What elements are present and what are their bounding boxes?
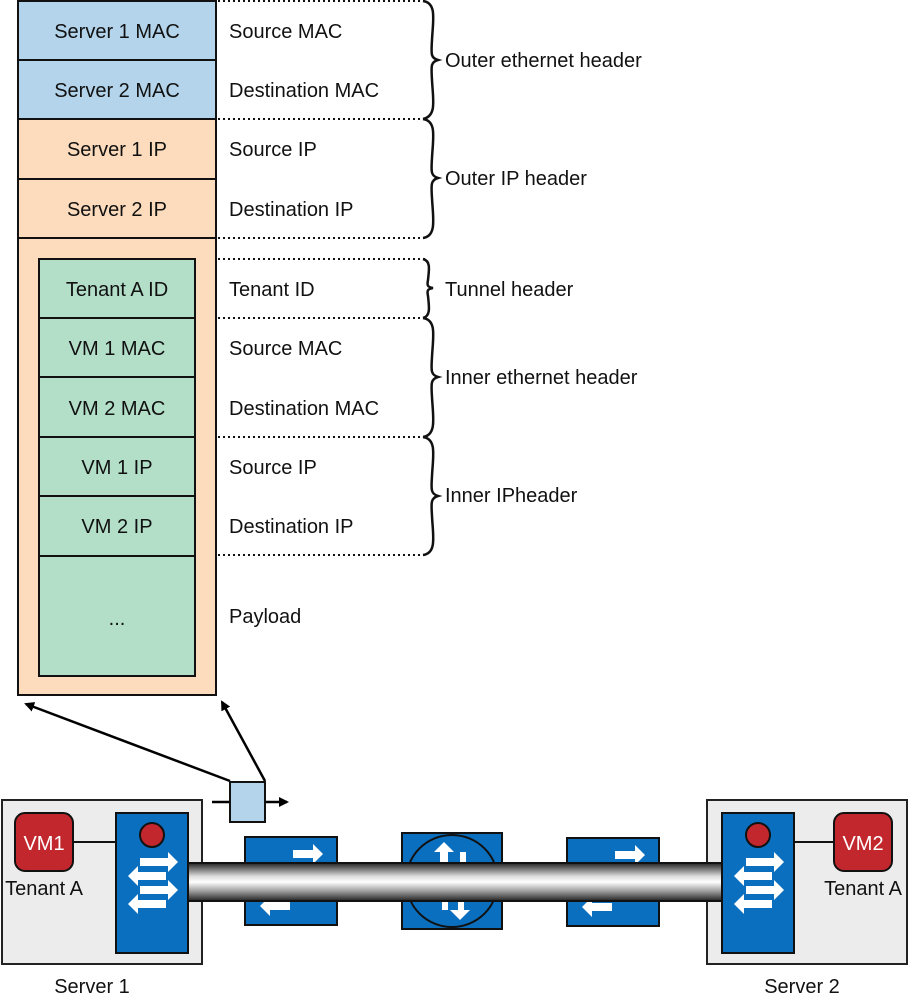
server1-label: Server 1 bbox=[54, 976, 130, 998]
tenant-id-value: Tenant A ID bbox=[66, 279, 168, 301]
field-label-inner-destination-ip: Destination IP bbox=[229, 516, 354, 538]
brace-outer-ethernet bbox=[422, 0, 443, 121]
inner-dst-ip-value: VM 2 IP bbox=[81, 516, 152, 538]
zoom-arrows bbox=[24, 700, 267, 783]
outer-dst-ip-value: Server 2 IP bbox=[67, 199, 167, 221]
server-2: VM2 Tenant A Server 2 bbox=[706, 799, 908, 998]
brace-outer-ip bbox=[422, 117, 443, 240]
server1-tenant-label: Tenant A bbox=[5, 878, 84, 900]
group-label-inner-ip: Inner IPheader bbox=[445, 485, 578, 507]
group-label-inner-ethernet: Inner ethernet header bbox=[445, 367, 638, 389]
group-label-outer-ethernet: Outer ethernet header bbox=[445, 50, 642, 72]
field-label-tenant-id: Tenant ID bbox=[229, 279, 315, 301]
payload-value: ... bbox=[109, 608, 126, 630]
outer-src-ip-value: Server 1 IP bbox=[67, 139, 167, 161]
group-label-tunnel: Tunnel header bbox=[445, 279, 574, 301]
braces bbox=[422, 0, 443, 557]
brace-inner-ip bbox=[422, 435, 443, 557]
group-label-outer-ip: Outer IP header bbox=[445, 168, 587, 190]
packet-icon bbox=[229, 781, 266, 823]
vxlan-diagram: Server 1 MAC Server 2 MAC Server 1 IP Se… bbox=[1, 0, 908, 998]
arrow-to-packet-left bbox=[24, 702, 231, 783]
brace-tunnel bbox=[422, 257, 434, 320]
vm2-label: VM2 bbox=[842, 833, 883, 855]
field-label-inner-destination-mac: Destination MAC bbox=[229, 398, 379, 420]
server2-tenant-label: Tenant A bbox=[824, 878, 903, 900]
vtep-2-icon bbox=[745, 822, 771, 848]
brace-inner-ethernet bbox=[422, 316, 443, 439]
vtep-1-icon bbox=[139, 822, 165, 848]
field-label-destination-mac: Destination MAC bbox=[229, 80, 379, 102]
field-label-inner-source-ip: Source IP bbox=[229, 457, 317, 479]
field-label-inner-source-mac: Source MAC bbox=[229, 338, 342, 360]
outer-src-mac-value: Server 1 MAC bbox=[54, 21, 180, 43]
vm1-label: VM1 bbox=[23, 833, 64, 855]
overlay-tunnel-pipe bbox=[187, 862, 723, 902]
packet-in-transit bbox=[212, 781, 289, 823]
field-label-destination-ip: Destination IP bbox=[229, 199, 354, 221]
inner-src-ip-value: VM 1 IP bbox=[81, 457, 152, 479]
inner-src-mac-value: VM 1 MAC bbox=[69, 338, 166, 360]
field-label-payload: Payload bbox=[229, 606, 301, 628]
server-1: VM1 Tenant A Server 1 bbox=[1, 799, 203, 998]
field-label-source-mac: Source MAC bbox=[229, 21, 342, 43]
inner-dst-mac-value: VM 2 MAC bbox=[69, 398, 166, 420]
server2-label: Server 2 bbox=[764, 976, 840, 998]
packet-stack: Server 1 MAC Server 2 MAC Server 1 IP Se… bbox=[17, 0, 379, 696]
field-label-source-ip: Source IP bbox=[229, 139, 317, 161]
outer-dst-mac-value: Server 2 MAC bbox=[54, 80, 180, 102]
arrow-to-packet-right bbox=[220, 700, 267, 782]
